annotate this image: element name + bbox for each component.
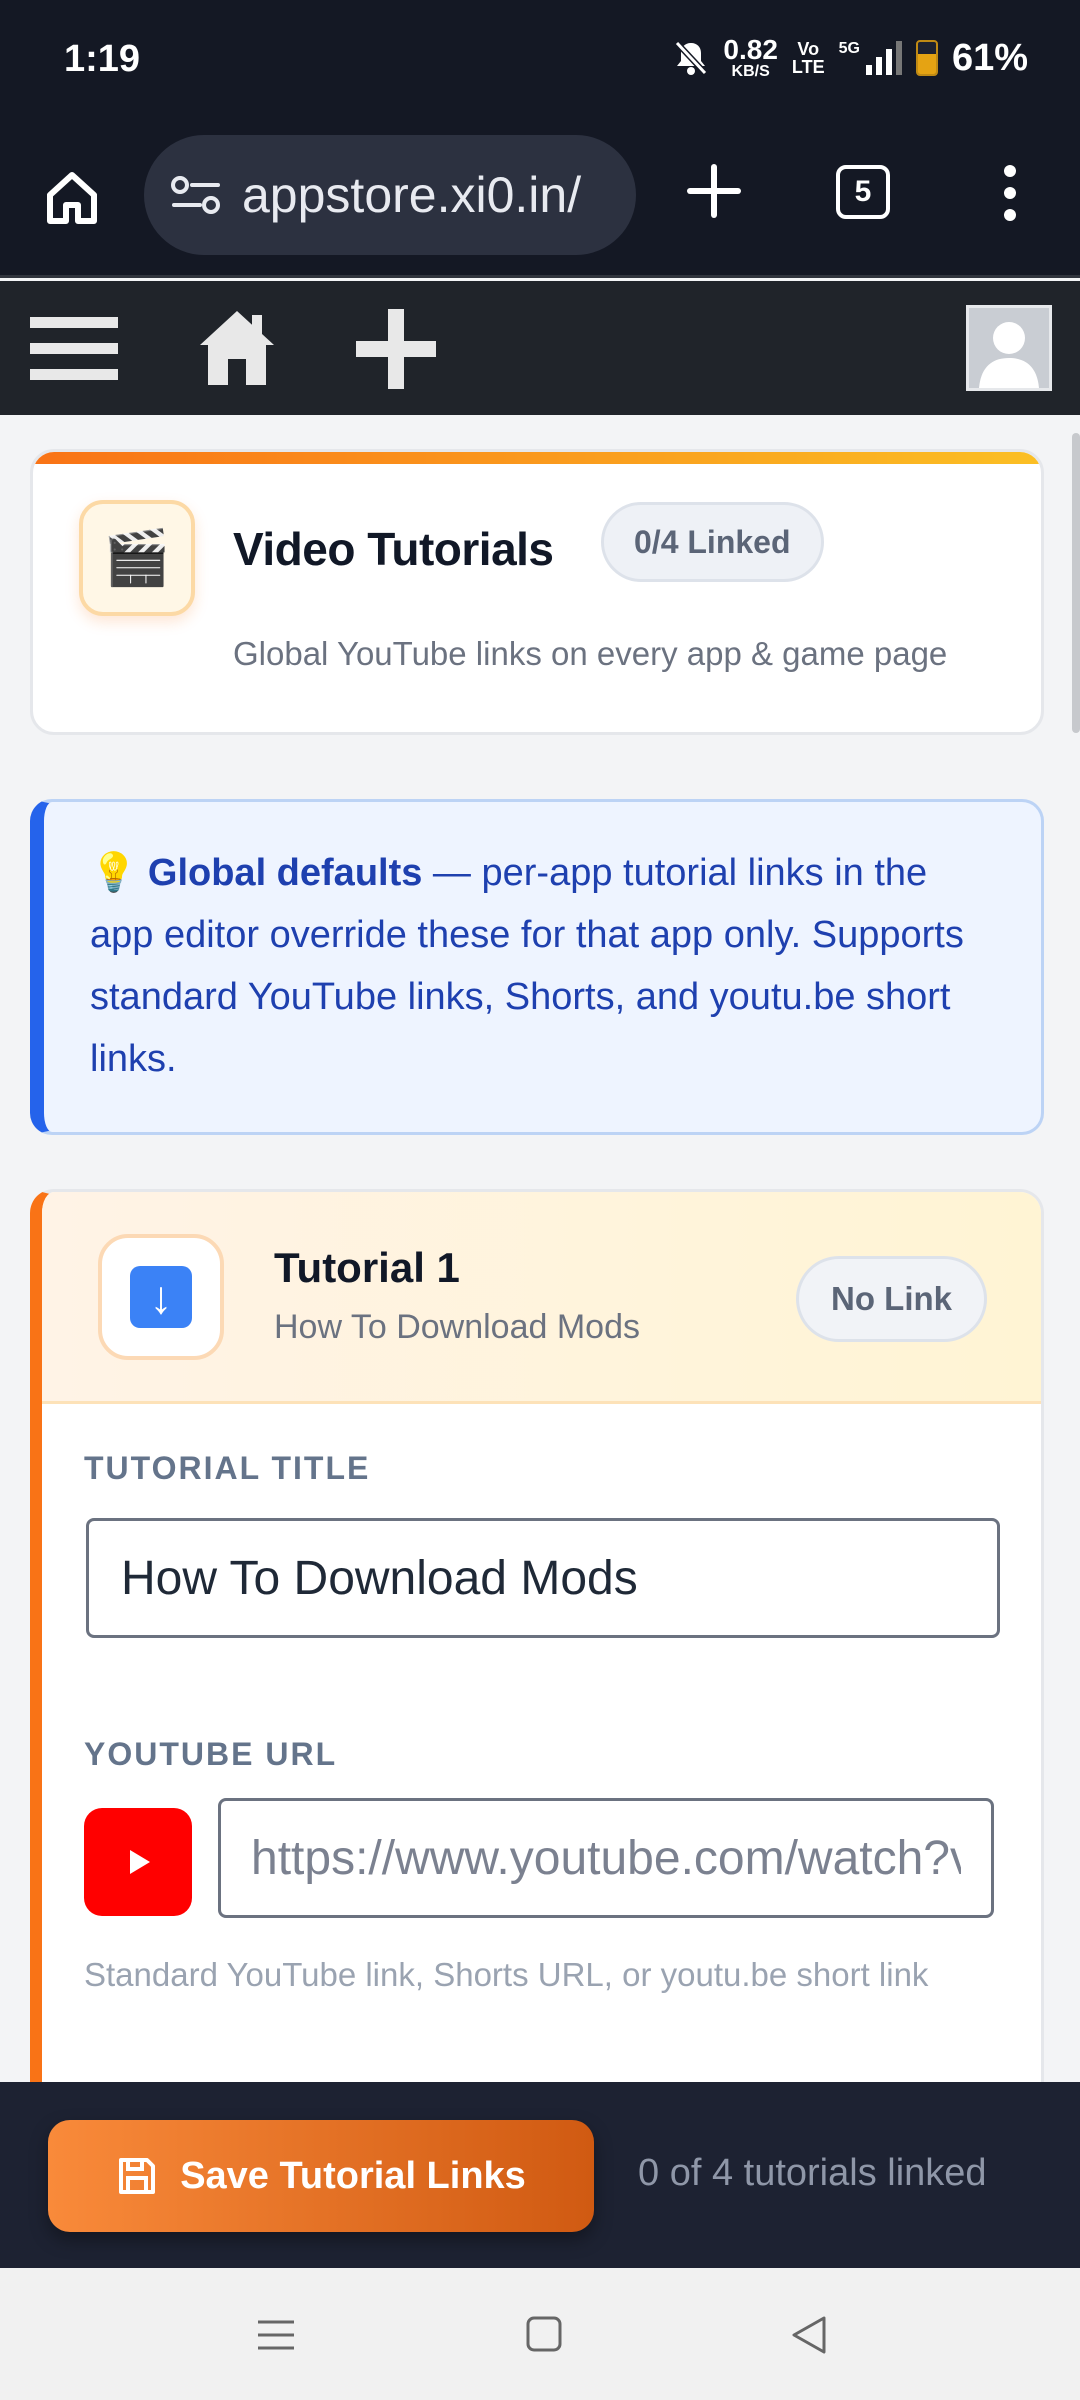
home-icon[interactable] (42, 167, 102, 227)
floppy-disk-icon (119, 2158, 156, 2194)
main-content: 🎬 Video Tutorials 0/4 Linked Global YouT… (0, 415, 1080, 2082)
tab-switcher-button[interactable]: 5 (836, 165, 890, 219)
youtube-icon (84, 1808, 192, 1916)
tutorial-name: Tutorial 1 (274, 1244, 460, 1291)
net-speed-unit: KB/S (731, 63, 770, 80)
bell-muted-icon (675, 40, 708, 76)
linked-count-text: 0 of 4 tutorials linked (638, 2152, 987, 2194)
net-speed-value: 0.82 (723, 34, 778, 65)
app-toolbar (0, 281, 1080, 415)
info-bold: Global defaults (147, 852, 423, 894)
battery-icon (915, 40, 938, 76)
linked-count-badge: 0/4 Linked (601, 502, 824, 582)
lightbulb-icon: 💡 (90, 852, 138, 894)
tutorial-subtitle: How To Download Mods (274, 1308, 640, 1346)
status-icons: 0.82 KB/S Vo LTE 5G 61% (673, 36, 1028, 80)
save-bar: Save Tutorial Links 0 of 4 tutorials lin… (0, 2082, 1080, 2268)
browser-bar: appstore.xi0.in/ 5 (0, 125, 1080, 278)
add-icon[interactable] (356, 309, 436, 389)
signal-group: 5G (839, 41, 902, 75)
system-nav-bar (0, 2268, 1080, 2400)
scroll-fade (42, 1986, 1041, 2082)
volte-top: Vo (797, 39, 820, 59)
net-speed: 0.82 KB/S (723, 36, 778, 80)
volte-bottom: LTE (791, 57, 825, 77)
volte-indicator: Vo LTE (792, 40, 825, 76)
recents-icon[interactable] (246, 2310, 306, 2360)
tutorial-card-header: ↓ Tutorial 1 How To Download Mods No Lin… (42, 1192, 1041, 1404)
youtube-url-input[interactable] (218, 1798, 994, 1918)
user-icon (979, 322, 1039, 388)
save-button-label: Save Tutorial Links (180, 2154, 526, 2197)
new-tab-icon[interactable] (684, 161, 744, 221)
signal-icon (865, 41, 902, 75)
page-title: Video Tutorials (233, 523, 554, 575)
header-accent-bar (33, 452, 1041, 464)
battery-percent: 61% (951, 36, 1028, 79)
link-status-badge: No Link (796, 1256, 987, 1342)
scrollbar[interactable] (1072, 433, 1080, 733)
address-bar[interactable]: appstore.xi0.in/ (144, 135, 636, 255)
status-bar: 1:19 0.82 KB/S Vo LTE 5G 61% (0, 0, 1080, 125)
save-button[interactable]: Save Tutorial Links (48, 2120, 594, 2232)
site-settings-icon[interactable] (170, 175, 222, 215)
info-notice: 💡 Global defaults — per-app tutorial lin… (30, 799, 1044, 1135)
status-time: 1:19 (64, 38, 141, 80)
home-nav-icon[interactable] (514, 2310, 574, 2360)
more-menu-icon[interactable] (990, 163, 1030, 223)
tutorial-card: ↓ Tutorial 1 How To Download Mods No Lin… (30, 1189, 1044, 2082)
home-icon[interactable] (198, 307, 276, 387)
hamburger-menu-icon[interactable] (30, 309, 118, 389)
back-icon[interactable] (780, 2310, 840, 2360)
page-subtitle: Global YouTube links on every app & game… (233, 635, 948, 672)
header-card: 🎬 Video Tutorials 0/4 Linked Global YouT… (30, 449, 1044, 735)
avatar[interactable] (966, 305, 1052, 391)
download-icon: ↓ (98, 1234, 224, 1360)
tutorial-title-label: TUTORIAL TITLE (84, 1450, 371, 1486)
tutorial-title-input[interactable] (86, 1518, 1000, 1638)
url-text: appstore.xi0.in/ (242, 167, 582, 223)
clapperboard-icon: 🎬 (79, 500, 195, 616)
youtube-url-label: YOUTUBE URL (84, 1736, 338, 1772)
network-type: 5G (838, 40, 860, 57)
